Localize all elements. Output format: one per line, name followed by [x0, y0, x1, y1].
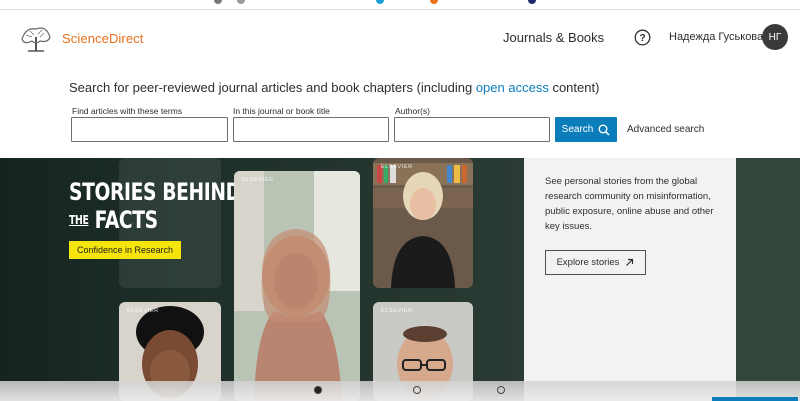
- avatar[interactable]: НГ: [762, 24, 788, 50]
- search-button-label: Search: [561, 124, 594, 135]
- sciencedirect-logo[interactable]: ScienceDirect: [18, 23, 144, 53]
- browser-bookmarks-bar: [0, 0, 800, 10]
- explore-stories-label: Explore stories: [556, 257, 620, 268]
- stories-panel: See personal stories from the global res…: [524, 158, 736, 401]
- carousel-dot-1[interactable]: [314, 386, 322, 394]
- search-button[interactable]: Search: [555, 117, 617, 142]
- story-photo-1[interactable]: ELSEVIER: [234, 171, 360, 401]
- bookmark-icon[interactable]: [237, 0, 245, 4]
- authors-input[interactable]: [394, 117, 550, 142]
- title-line1: STORIES BEHIND: [69, 178, 241, 206]
- story-photo-2[interactable]: ELSEVIER: [373, 158, 473, 288]
- bookmark-icon[interactable]: [376, 0, 384, 4]
- person-photo-icon: [373, 158, 473, 288]
- banner-side-strip: [736, 158, 800, 401]
- title-line2: FACTS: [94, 206, 159, 234]
- elsevier-badge: ELSEVIER: [242, 177, 274, 183]
- person-photo-icon: [234, 171, 360, 401]
- title-the: THE: [69, 213, 89, 227]
- search-icon: [598, 124, 610, 136]
- carousel-dot-3[interactable]: [497, 386, 505, 394]
- carousel-controls: [0, 381, 800, 401]
- carousel-dot-2[interactable]: [413, 386, 421, 394]
- confidence-tag: Confidence in Research: [69, 241, 182, 259]
- help-circle-icon[interactable]: ?: [634, 29, 651, 46]
- elsevier-badge: ELSEVIER: [381, 308, 413, 314]
- terms-input[interactable]: [71, 117, 228, 142]
- bookmark-icon[interactable]: [214, 0, 222, 4]
- elsevier-badge: ELSEVIER: [127, 308, 159, 314]
- open-access-link[interactable]: open access: [476, 80, 549, 95]
- user-name[interactable]: Надежда Гуськова: [669, 31, 763, 43]
- elsevier-tree-icon: [18, 23, 54, 53]
- logo-text: ScienceDirect: [62, 30, 144, 46]
- journal-title-input[interactable]: [233, 117, 389, 142]
- explore-stories-button[interactable]: Explore stories: [545, 250, 646, 275]
- search-heading-prefix: Search for peer-reviewed journal article…: [69, 80, 476, 95]
- stories-description: See personal stories from the global res…: [545, 176, 714, 232]
- site-header: ScienceDirect Journals & Books ? Надежда…: [0, 11, 800, 63]
- elsevier-badge: ELSEVIER: [381, 164, 413, 170]
- authors-label: Author(s): [395, 106, 430, 116]
- terms-label: Find articles with these terms: [72, 106, 183, 116]
- bookmark-icon[interactable]: [528, 0, 536, 4]
- svg-text:?: ?: [639, 33, 645, 44]
- bookmark-icon[interactable]: [430, 0, 438, 4]
- arrow-up-right-icon: [626, 258, 634, 266]
- stories-banner: STORIES BEHIND THE FACTS Confidence in R…: [0, 158, 800, 401]
- search-heading-suffix: content): [548, 80, 600, 95]
- journals-books-link[interactable]: Journals & Books: [503, 30, 604, 45]
- journal-title-label: In this journal or book title: [233, 106, 330, 116]
- search-heading: Search for peer-reviewed journal article…: [69, 80, 599, 95]
- advanced-search-link[interactable]: Advanced search: [627, 124, 704, 135]
- carousel-cta-edge[interactable]: [712, 397, 798, 401]
